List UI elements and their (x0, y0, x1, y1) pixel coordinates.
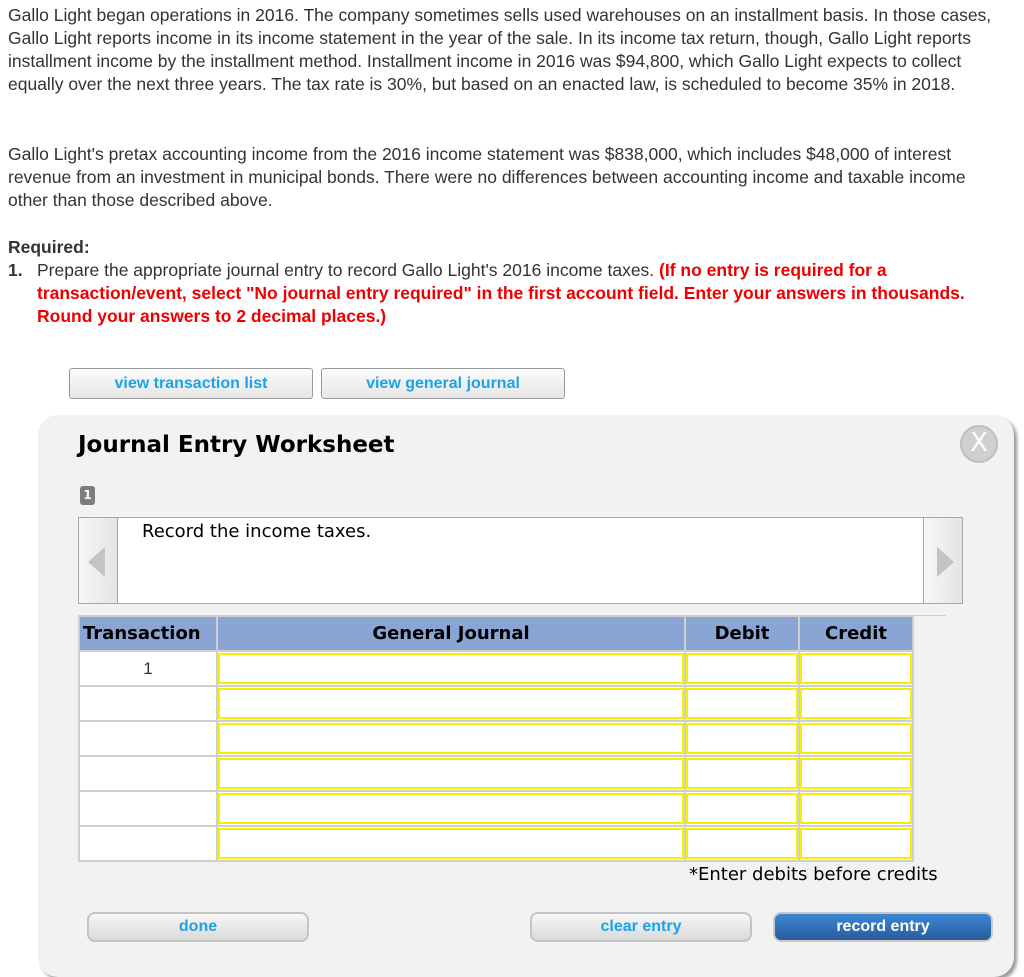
required-section: Required: 1. Prepare the appropriate jou… (8, 236, 1008, 328)
credit-input[interactable] (800, 793, 912, 824)
transaction-cell (78, 685, 218, 722)
chevron-right-icon (937, 547, 954, 577)
account-input[interactable] (218, 688, 684, 719)
credit-input[interactable] (800, 758, 912, 789)
table-row: 1 (78, 650, 914, 687)
required-text: Prepare the appropriate journal entry to… (37, 260, 655, 280)
transaction-page-badge[interactable]: 1 (80, 486, 95, 505)
problem-paragraph-1: Gallo Light began operations in 2016. Th… (8, 5, 992, 94)
table-row (78, 755, 914, 792)
required-title: Required: (8, 237, 90, 257)
debit-input[interactable] (686, 688, 798, 719)
done-button[interactable]: done (87, 912, 309, 942)
transaction-cell: 1 (78, 650, 218, 687)
transaction-description: Record the income taxes. (142, 521, 372, 542)
transaction-description-carousel: Record the income taxes. (78, 517, 963, 604)
account-input[interactable] (218, 828, 684, 859)
transaction-description-box: Record the income taxes. (118, 517, 923, 604)
required-item-1: 1. Prepare the appropriate journal entry… (8, 259, 1008, 328)
table-row (78, 790, 914, 827)
debit-input[interactable] (686, 828, 798, 859)
credit-input[interactable] (800, 723, 912, 754)
transaction-cell (78, 755, 218, 792)
debit-input[interactable] (686, 758, 798, 789)
clear-entry-button[interactable]: clear entry (530, 912, 752, 942)
table-row (78, 720, 914, 757)
previous-transaction-button[interactable] (78, 517, 118, 604)
close-icon[interactable]: X (960, 425, 998, 463)
transaction-cell (78, 720, 218, 757)
account-input[interactable] (218, 723, 684, 754)
column-header-credit: Credit (798, 615, 914, 652)
account-input[interactable] (218, 793, 684, 824)
account-input[interactable] (218, 758, 684, 789)
column-header-debit: Debit (684, 615, 800, 652)
debit-input[interactable] (686, 653, 798, 684)
transaction-cell (78, 790, 218, 827)
debits-before-credits-note: *Enter debits before credits (689, 864, 938, 885)
view-general-journal-button[interactable]: view general journal (321, 368, 565, 399)
record-entry-button[interactable]: record entry (773, 912, 993, 942)
journal-header-row: Transaction General Journal Debit Credit (78, 615, 914, 652)
credit-input[interactable] (800, 688, 912, 719)
required-number: 1. (8, 260, 23, 280)
journal-entry-worksheet-panel: Journal Entry Worksheet X 1 Record the i… (38, 415, 1014, 977)
journal-table: Transaction General Journal Debit Credit… (78, 615, 914, 862)
worksheet-title: Journal Entry Worksheet (78, 432, 395, 458)
problem-paragraph-2: Gallo Light's pretax accounting income f… (8, 144, 966, 210)
debit-input[interactable] (686, 723, 798, 754)
column-header-transaction: Transaction (78, 615, 218, 652)
transaction-cell (78, 825, 218, 862)
next-transaction-button[interactable] (923, 517, 963, 604)
table-row (78, 825, 914, 862)
column-header-general-journal: General Journal (216, 615, 686, 652)
credit-input[interactable] (800, 828, 912, 859)
view-transaction-list-button[interactable]: view transaction list (69, 368, 313, 399)
credit-input[interactable] (800, 653, 912, 684)
debit-input[interactable] (686, 793, 798, 824)
chevron-left-icon (88, 547, 105, 577)
table-row (78, 685, 914, 722)
account-input[interactable] (218, 653, 684, 684)
